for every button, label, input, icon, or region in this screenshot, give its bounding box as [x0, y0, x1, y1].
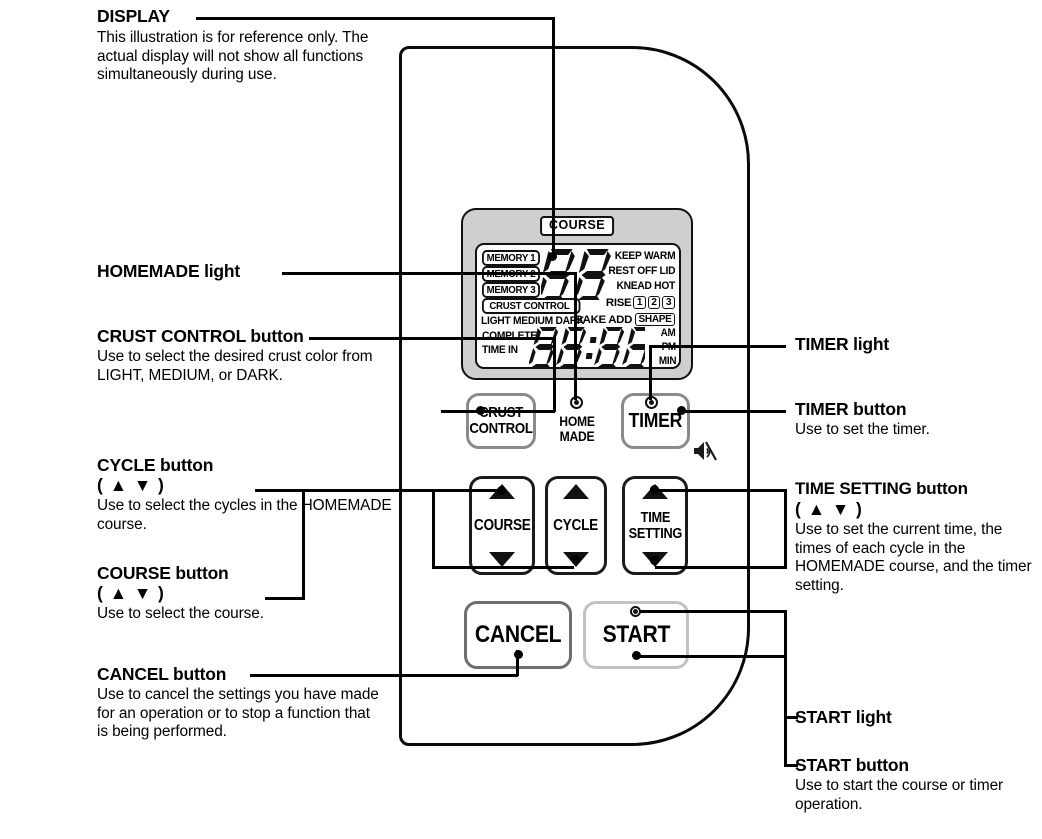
callout-start-light: START light — [795, 707, 892, 727]
callout-timer-button: TIMER button Use to set the timer. — [795, 399, 1025, 440]
lcd-memory-3: MEMORY 3 — [482, 282, 540, 298]
leader-course-dot — [497, 486, 506, 495]
callout-time-setting-body: Use to set the current time, the times o… — [795, 521, 1032, 594]
leader-timeset-dot2 — [650, 556, 659, 565]
callout-start-button: START button Use to start the course or … — [795, 755, 1025, 814]
callout-cycle-arrows: ( ▲ ▼ ) — [97, 475, 165, 495]
lcd-bake-add-label: BAKE ADD — [574, 313, 633, 326]
leader-crust-h2 — [441, 410, 555, 413]
lcd-display-bezel: COURSE MEMORY 1 MEMORY 2 MEMORY 3 CRUST … — [461, 208, 693, 380]
lcd-rise-1: 1 — [633, 296, 646, 309]
lcd-keep-warm-label: KEEP WARM — [614, 250, 675, 262]
callout-start-button-title: START button — [795, 755, 909, 775]
callout-cancel: CANCEL button Use to cancel the settings… — [97, 664, 379, 742]
callout-display-title: DISPLAY — [97, 6, 170, 26]
lcd-rise-3: 3 — [662, 296, 675, 309]
leader-cancel-v — [516, 650, 519, 676]
cycle-button-label: CYCLE — [553, 516, 599, 534]
leader-timerlight-h — [651, 345, 786, 348]
callout-time-setting-title: TIME SETTING button — [795, 479, 968, 498]
callout-timer-light-title: TIMER light — [795, 334, 890, 354]
start-button-label: START — [602, 621, 670, 648]
leader-crust-dot — [476, 406, 485, 415]
callout-crust-control-body: Use to select the desired crust color fr… — [97, 348, 373, 384]
callout-start-light-title: START light — [795, 707, 892, 727]
leader-display-v — [552, 17, 555, 257]
leader-cycle-dot — [571, 555, 580, 564]
callout-homemade-light-title: HOMEMADE light — [97, 261, 241, 281]
leader-crust-v — [553, 337, 556, 412]
lcd-am-label: AM — [661, 327, 676, 339]
callout-cancel-body: Use to cancel the settings you have made… — [97, 686, 379, 741]
cycle-up-arrow-icon[interactable] — [562, 483, 590, 500]
lcd-memory-1: MEMORY 1 — [482, 250, 540, 266]
callout-crust-control-title: CRUST CONTROL button — [97, 326, 304, 346]
callout-start-button-body: Use to start the course or timer operati… — [795, 777, 1004, 813]
leader-timerlight-v — [649, 345, 652, 400]
callout-course-title: COURSE button — [97, 563, 229, 583]
leader-homemade-v — [574, 272, 577, 400]
lcd-knead-hot-label: KNEAD HOT — [616, 280, 675, 292]
callout-crust-control: CRUST CONTROL button Use to select the d… — [97, 326, 383, 385]
callout-display: DISPLAY This illustration is for referen… — [97, 6, 397, 85]
callout-course: COURSE button ( ▲ ▼ ) Use to select the … — [97, 563, 397, 624]
callout-display-body: This illustration is for reference only.… — [97, 29, 369, 84]
leader-timerbtn-dot — [677, 406, 686, 415]
callout-time-setting: TIME SETTING button ( ▲ ▼ ) Use to set t… — [795, 479, 1035, 595]
leader-timeset-v — [784, 489, 787, 569]
mute-speaker-icon — [694, 441, 717, 461]
callout-course-arrows: ( ▲ ▼ ) — [97, 583, 165, 603]
leader-cycle-h2 — [432, 566, 574, 569]
leader-startlight-h — [640, 610, 786, 613]
lcd-rise-row: RISE 1 2 3 — [606, 296, 675, 309]
leader-startbtn-h — [638, 655, 786, 658]
cancel-button-label: CANCEL — [474, 621, 562, 648]
callout-timer-light: TIMER light — [795, 334, 889, 354]
leader-homemade-h — [282, 272, 577, 275]
time-setting-line2: SETTING — [628, 525, 682, 542]
crust-control-button[interactable]: CRUST CONTROL — [466, 393, 536, 449]
leader-timeset-h2 — [655, 566, 786, 569]
callout-time-setting-arrows: ( ▲ ▼ ) — [795, 499, 863, 519]
callout-cycle: CYCLE button ( ▲ ▼ ) Use to select the c… — [97, 455, 397, 534]
course-button-label: COURSE — [473, 516, 531, 534]
leader-startbtn-v — [784, 655, 787, 766]
lcd-rise-label: RISE — [605, 296, 632, 309]
lcd-rest-off-lid-label: REST OFF LID — [608, 265, 675, 277]
lcd-time-in-label: TIME IN — [482, 344, 518, 356]
homemade-light-label: HOME MADE — [559, 414, 595, 444]
callout-timer-button-title: TIMER button — [795, 399, 907, 419]
lcd-min-label: MIN — [658, 355, 677, 367]
leader-display-dot — [548, 252, 557, 261]
lcd-clock-digits — [529, 327, 645, 367]
leader-timerbtn-h — [681, 410, 786, 413]
callout-course-body: Use to select the course. — [97, 605, 264, 622]
leader-timeset-dot — [650, 485, 659, 494]
leader-startbtn-dot — [632, 651, 641, 660]
callout-timer-button-body: Use to set the timer. — [795, 421, 930, 438]
callout-cycle-body: Use to select the cycles in the HOMEMADE… — [97, 497, 392, 533]
leader-cycle-v — [432, 489, 435, 569]
time-setting-line1: TIME — [640, 509, 670, 526]
lcd-rise-2: 2 — [647, 296, 661, 309]
callout-cycle-title: CYCLE button — [97, 455, 214, 475]
callout-homemade-light: HOMEMADE light — [97, 261, 240, 281]
crust-control-line2: CONTROL — [469, 420, 533, 437]
leader-timeset-h — [655, 489, 786, 492]
timer-button-label: TIMER — [628, 409, 683, 432]
callout-cancel-title: CANCEL button — [97, 664, 227, 684]
